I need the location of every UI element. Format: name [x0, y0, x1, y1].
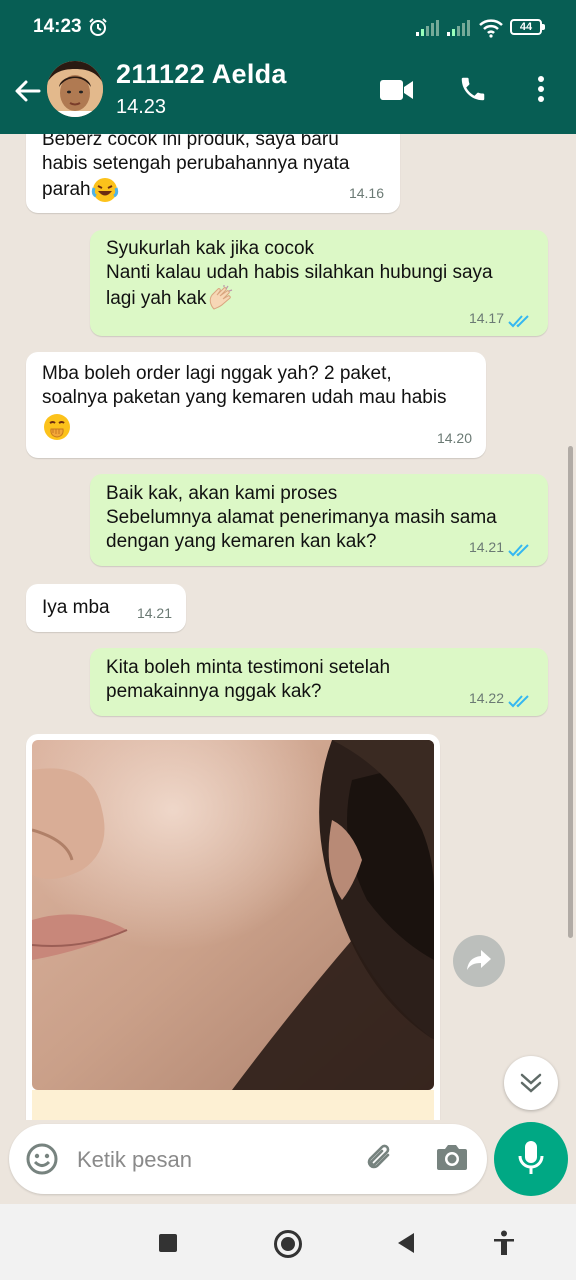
recent-apps-icon[interactable] [159, 1234, 177, 1252]
message-time: 14.21 [136, 605, 172, 621]
system-navigation-bar [0, 1204, 576, 1280]
forward-icon [467, 950, 491, 970]
read-receipt-icon [508, 315, 529, 328]
hand-over-mouth-emoji-icon [44, 414, 70, 440]
status-bar: 14:23 44 [0, 0, 576, 52]
alarm-icon [89, 18, 107, 36]
voice-message-button[interactable] [494, 1122, 568, 1196]
emoji-icon[interactable] [25, 1142, 59, 1176]
video-call-icon[interactable] [380, 78, 414, 102]
forward-button[interactable] [453, 935, 505, 987]
message-incoming[interactable]: Iya mba 14.21 [26, 584, 186, 632]
signal-icon [416, 20, 439, 36]
last-seen-status: 14.23 [116, 96, 167, 118]
message-time: 14.21 [468, 539, 504, 555]
scrollbar[interactable] [568, 446, 573, 938]
clapping-hands-emoji-icon [210, 285, 233, 310]
chat-header: 211122 Aelda 14.23 [0, 52, 576, 134]
message-text: Iya mba [42, 597, 110, 618]
read-receipt-icon [508, 695, 529, 708]
message-time: 14.20 [436, 430, 472, 446]
message-incoming[interactable]: Mba boleh order lagi nggak yah? 2 paket,… [26, 352, 486, 458]
laughing-tears-emoji-icon [91, 178, 118, 202]
scroll-to-bottom-button[interactable] [504, 1056, 558, 1110]
message-outgoing[interactable]: Baik kak, akan kami proses Sebelumnya al… [90, 474, 548, 566]
message-text: Syukurlah kak jika cocok Nanti kalau uda… [106, 238, 493, 310]
message-text: Mba boleh order lagi nggak yah? 2 paket,… [42, 363, 447, 408]
microphone-icon [518, 1141, 544, 1174]
camera-icon[interactable] [435, 1142, 469, 1172]
message-outgoing[interactable]: Kita boleh minta testimoni setelah pemak… [90, 648, 548, 716]
message-text: Beberz cocok ini produk, saya baru habis… [42, 134, 350, 201]
phone-call-icon[interactable] [458, 74, 488, 104]
home-icon[interactable] [274, 1230, 302, 1258]
battery-indicator: 44 [510, 19, 545, 35]
contact-name[interactable]: 211122 Aelda [116, 59, 287, 90]
message-text: Kita boleh minta testimoni setelah pemak… [106, 657, 391, 702]
message-time: 14.16 [348, 185, 384, 201]
message-image-incoming[interactable] [26, 734, 440, 1120]
status-time: 14:23 [33, 16, 82, 37]
chat-area[interactable]: Beberz cocok ini produk, saya baru habis… [0, 134, 576, 1120]
read-receipt-icon [508, 544, 529, 557]
more-options-icon[interactable] [531, 74, 551, 104]
image-caption-area [32, 1090, 434, 1120]
message-incoming[interactable]: Beberz cocok ini produk, saya baru habis… [26, 134, 400, 213]
message-outgoing[interactable]: Syukurlah kak jika cocok Nanti kalau uda… [90, 230, 548, 336]
close-up-face-skin-photo[interactable] [32, 740, 434, 1090]
avatar[interactable] [47, 61, 103, 117]
accessibility-icon[interactable] [492, 1230, 516, 1256]
message-input[interactable] [77, 1144, 337, 1176]
message-time: 14.17 [468, 310, 504, 326]
message-composer [9, 1124, 487, 1194]
back-arrow-icon[interactable] [12, 76, 42, 106]
message-time: 14.22 [468, 690, 504, 706]
back-triangle-icon[interactable] [396, 1232, 416, 1254]
attachment-icon[interactable] [363, 1141, 399, 1177]
wifi-icon [479, 19, 503, 38]
double-chevron-down-icon [520, 1073, 542, 1093]
message-text: Baik kak, akan kami proses Sebelumnya al… [106, 483, 497, 552]
signal-icon [447, 20, 470, 36]
